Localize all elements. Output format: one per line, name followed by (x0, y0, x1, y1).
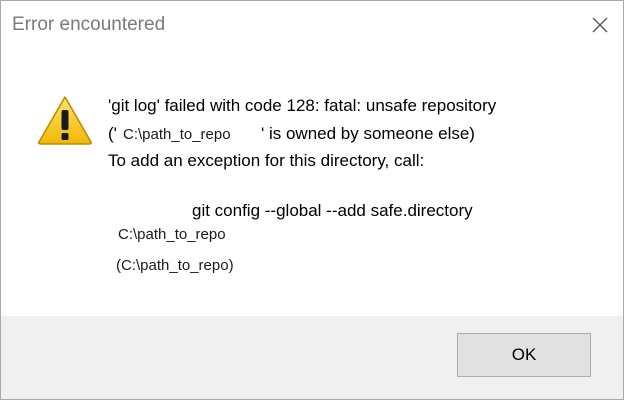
message-area: 'git log' failed with code 128: fatal: u… (1, 51, 623, 316)
error-line-2-path: C:\path_to_repo (123, 126, 231, 143)
command-path: C:\path_to_repo (118, 226, 226, 243)
ok-button[interactable]: OK (457, 333, 591, 377)
error-line-3: To add an exception for this directory, … (108, 151, 425, 170)
error-line-2-open: (' (108, 124, 117, 143)
window-title: Error encountered (12, 14, 166, 35)
button-bar: OK (1, 316, 623, 399)
close-button[interactable] (577, 1, 623, 49)
close-icon (592, 17, 608, 33)
warning-icon (38, 96, 92, 145)
error-line-2-rest: ' is owned by someone else) (261, 124, 475, 143)
paren-path: (C:\path_to_repo) (116, 257, 234, 274)
git-command: git config --global --add safe.directory (192, 201, 473, 220)
title-bar: Error encountered (1, 1, 623, 51)
error-line-1: 'git log' failed with code 128: fatal: u… (108, 96, 497, 115)
error-dialog: Error encountered 'git log' failed with … (0, 0, 624, 400)
